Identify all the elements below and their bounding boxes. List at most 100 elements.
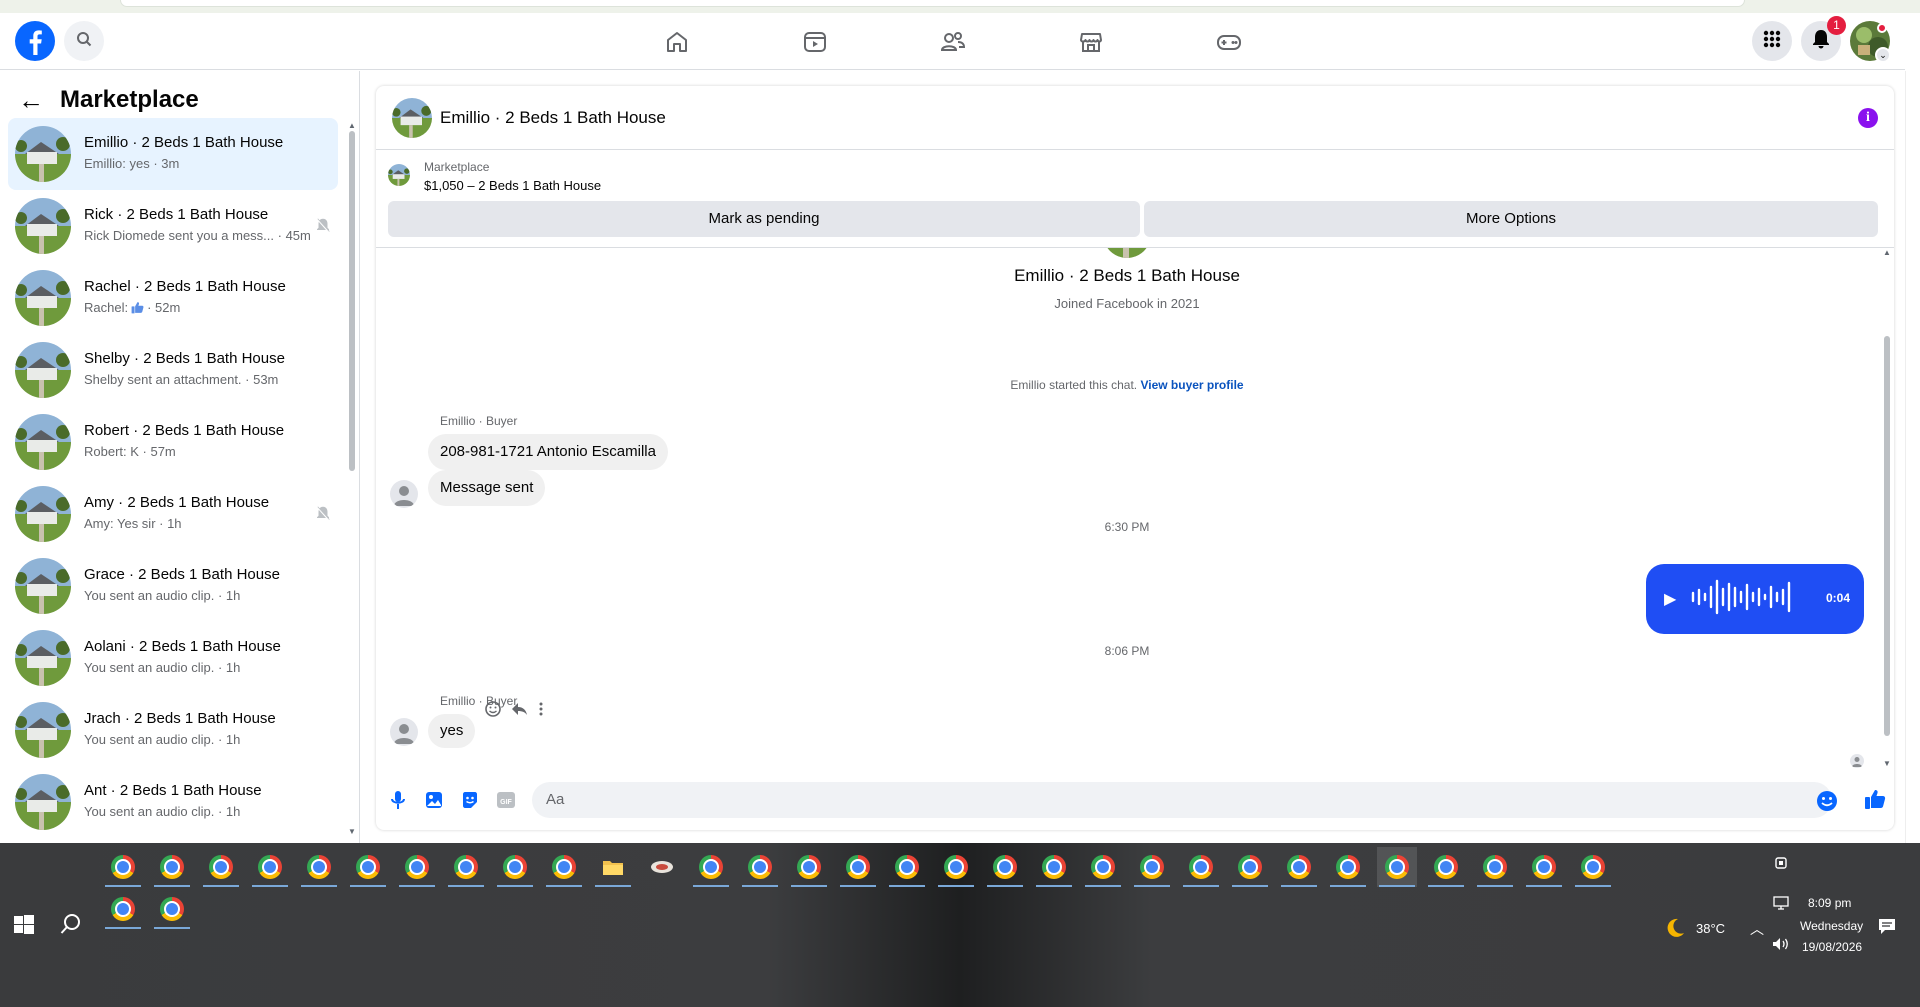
taskbar-search-icon[interactable] — [60, 913, 82, 940]
conversation-item[interactable]: Ant · 2 Beds 1 Bath House You sent an aud… — [8, 766, 338, 838]
chrome-icon[interactable] — [789, 847, 829, 887]
conversation-item[interactable]: Emillio · 2 Beds 1 Bath House Emillio: ye… — [8, 118, 338, 190]
scroll-up-icon[interactable]: ▲ — [1883, 248, 1891, 257]
chrome-icon[interactable] — [838, 847, 878, 887]
weather-temp[interactable]: 38°C — [1696, 921, 1725, 936]
app-icon[interactable] — [642, 847, 682, 887]
chrome-icon[interactable] — [103, 889, 143, 929]
listing-avatar[interactable] — [392, 98, 432, 138]
message-bubble[interactable]: yes — [428, 714, 476, 748]
conversation-item[interactable]: Robert · 2 Beds 1 Bath House Robert: K · … — [8, 406, 338, 478]
message-input[interactable]: Aa — [532, 782, 1832, 818]
sidebar-title: Marketplace — [60, 86, 199, 113]
network-icon[interactable] — [1772, 896, 1790, 913]
chrome-icon[interactable] — [544, 847, 584, 887]
conversation-item[interactable]: Jrach · 2 Beds 1 Bath House You sent an a… — [8, 694, 338, 766]
info-icon[interactable]: i — [1858, 108, 1878, 128]
conversation-item[interactable]: Grace · 2 Beds 1 Bath House You sent an a… — [8, 550, 338, 622]
listing-price-title[interactable]: $1,050 – 2 Beds 1 Bath House — [424, 178, 601, 193]
file-explorer-icon[interactable] — [593, 847, 633, 887]
conversation-item[interactable]: Shelby · 2 Beds 1 Bath House Shelby sent … — [8, 334, 338, 406]
chat-title[interactable]: Emillio · 2 Beds 1 Bath House — [440, 108, 666, 128]
search-button[interactable] — [64, 21, 104, 61]
conversation-item[interactable]: Rachel · 2 Beds 1 Bath House Rachel: · 52m — [8, 262, 338, 334]
seen-avatar — [1850, 754, 1864, 768]
chrome-icon[interactable] — [1083, 847, 1123, 887]
chrome-icon[interactable] — [985, 847, 1025, 887]
sender-avatar[interactable] — [390, 480, 418, 508]
back-arrow-icon[interactable]: ← — [18, 85, 44, 116]
chrome-icon[interactable] — [446, 847, 486, 887]
chrome-icon[interactable] — [103, 847, 143, 887]
photo-icon[interactable] — [424, 790, 444, 810]
notifications-center-icon[interactable] — [1878, 917, 1896, 938]
chrome-icon[interactable] — [1181, 847, 1221, 887]
audio-message[interactable]: ▶ 0:04 — [1646, 564, 1864, 634]
page-scrollbar[interactable] — [1905, 71, 1920, 843]
microphone-icon[interactable] — [388, 790, 408, 810]
chrome-icon[interactable] — [397, 847, 437, 887]
facebook-logo[interactable] — [15, 21, 55, 61]
chrome-icon[interactable] — [348, 847, 388, 887]
conversation-preview-text: You sent an audio clip. · 1h — [84, 588, 241, 603]
chrome-icon[interactable] — [152, 889, 192, 929]
more-options-button[interactable]: More Options — [1144, 201, 1878, 237]
more-options-icon[interactable] — [538, 700, 544, 723]
marketplace-icon[interactable] — [1076, 27, 1106, 57]
chrome-icon[interactable] — [691, 847, 731, 887]
play-icon[interactable]: ▶ — [1664, 589, 1676, 609]
chrome-icon[interactable] — [1034, 847, 1074, 887]
conversation-item[interactable]: Aolani · 2 Beds 1 Bath House You sent an … — [8, 622, 338, 694]
video-icon[interactable] — [800, 27, 830, 57]
chrome-icon[interactable] — [1279, 847, 1319, 887]
chrome-icon[interactable] — [250, 847, 290, 887]
gif-icon[interactable]: GIF — [496, 790, 516, 810]
thread-scrollbar[interactable]: ▲ ▼ — [1882, 248, 1892, 768]
meet-now-icon[interactable] — [1774, 855, 1790, 874]
chrome-icon[interactable] — [1328, 847, 1368, 887]
chrome-icon[interactable] — [887, 847, 927, 887]
scroll-down-icon[interactable]: ▼ — [1883, 759, 1891, 768]
gaming-icon[interactable] — [1214, 27, 1244, 57]
friends-icon[interactable] — [938, 27, 968, 57]
chrome-icon[interactable] — [1475, 847, 1515, 887]
clock-day[interactable]: Wednesday — [1800, 919, 1863, 933]
clock-date[interactable]: 19/08/2026 — [1802, 940, 1862, 954]
menu-button[interactable] — [1752, 21, 1792, 61]
chrome-icon[interactable] — [1377, 847, 1417, 887]
chrome-icon[interactable] — [1573, 847, 1613, 887]
volume-icon[interactable] — [1772, 937, 1790, 954]
scroll-down-icon[interactable]: ▼ — [348, 827, 356, 836]
browser-top-strip — [0, 0, 1920, 13]
sticker-icon[interactable] — [460, 790, 480, 810]
sidebar-scrollbar[interactable]: ▲ ▼ — [348, 121, 356, 836]
chrome-icon[interactable] — [740, 847, 780, 887]
chrome-icon[interactable] — [936, 847, 976, 887]
conversation-item[interactable]: Rick · 2 Beds 1 Bath House Rick Diomede s… — [8, 190, 338, 262]
sender-avatar[interactable] — [390, 718, 418, 746]
chrome-icon[interactable] — [495, 847, 535, 887]
chrome-icon[interactable] — [1132, 847, 1172, 887]
emoji-icon[interactable] — [1816, 790, 1838, 817]
message-bubble[interactable]: 208-981-1721 Antonio Escamilla — [428, 434, 668, 470]
scroll-up-icon[interactable]: ▲ — [348, 121, 356, 130]
chrome-icon[interactable] — [201, 847, 241, 887]
chrome-icon[interactable] — [152, 847, 192, 887]
chrome-icon[interactable] — [1426, 847, 1466, 887]
chevron-down-icon[interactable]: ⌄ — [1875, 47, 1891, 63]
view-buyer-profile-link[interactable]: View buyer profile — [1140, 378, 1243, 392]
react-icon[interactable] — [484, 700, 502, 723]
conversation-item[interactable]: Amy · 2 Beds 1 Bath House Amy: Yes sir · … — [8, 478, 338, 550]
windows-start-icon[interactable] — [14, 915, 34, 940]
chrome-icon[interactable] — [299, 847, 339, 887]
reply-icon[interactable] — [510, 700, 528, 723]
mark-as-pending-button[interactable]: Mark as pending — [388, 201, 1140, 237]
message-bubble[interactable]: Message sent — [428, 470, 546, 506]
chrome-icon[interactable] — [1524, 847, 1564, 887]
clock-time[interactable]: 8:09 pm — [1808, 896, 1851, 910]
home-icon[interactable] — [662, 27, 692, 57]
chrome-icon[interactable] — [1230, 847, 1270, 887]
chevron-up-icon[interactable]: ︿ — [1750, 919, 1764, 939]
weather-moon-icon[interactable] — [1664, 917, 1686, 942]
thumbs-up-icon[interactable] — [1864, 788, 1886, 815]
